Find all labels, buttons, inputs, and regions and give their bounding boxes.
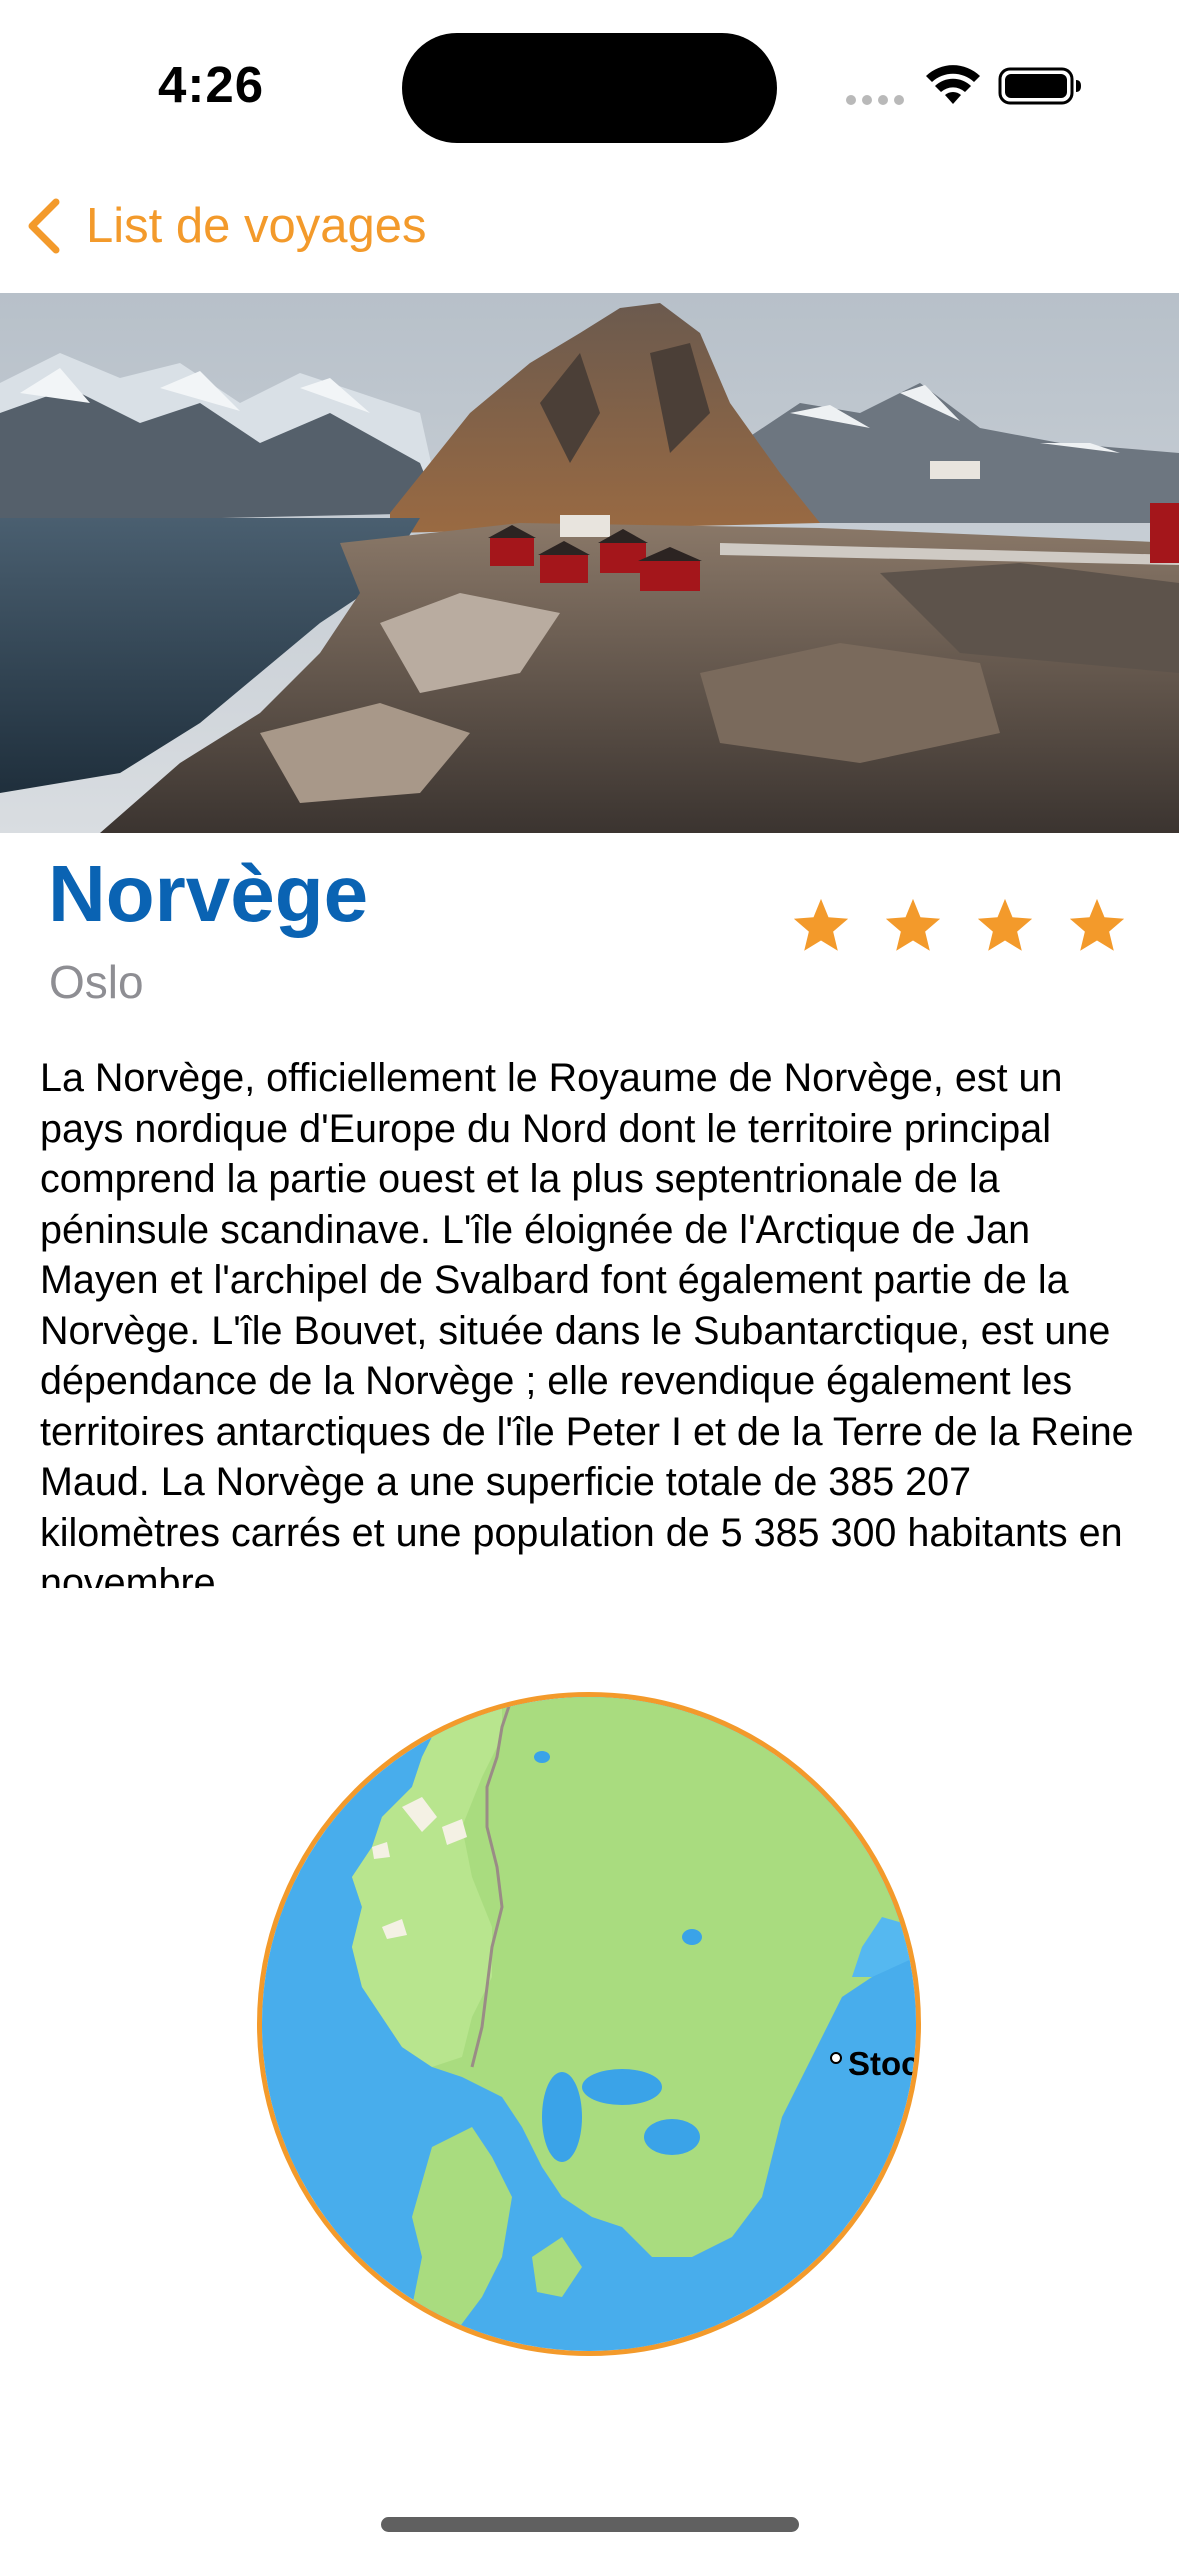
destination-description[interactable]: La Norvège, officiellement le Royaume de… bbox=[40, 1053, 1150, 1588]
wifi-icon bbox=[926, 65, 980, 104]
map-view[interactable]: Stoc bbox=[257, 1692, 921, 2356]
status-bar: 4:26 bbox=[0, 0, 1179, 150]
status-time: 4:26 bbox=[158, 56, 265, 113]
star-icon bbox=[793, 898, 849, 951]
rating-stars bbox=[790, 895, 1128, 957]
battery-icon bbox=[998, 67, 1081, 105]
hero-image bbox=[0, 293, 1179, 833]
destination-city: Oslo bbox=[49, 956, 144, 1008]
star-icon bbox=[977, 898, 1033, 951]
star-icon bbox=[885, 898, 941, 951]
back-button-label: List de voyages bbox=[86, 199, 427, 253]
map-city-label: Stoc bbox=[848, 2045, 920, 2082]
cellular-signal-icon bbox=[846, 95, 904, 105]
destination-title: Norvège bbox=[48, 849, 369, 938]
chevron-left-icon bbox=[28, 198, 60, 254]
back-button[interactable]: List de voyages bbox=[22, 190, 427, 262]
dynamic-island bbox=[402, 33, 777, 143]
home-indicator[interactable] bbox=[381, 2517, 799, 2532]
star-icon bbox=[1069, 898, 1125, 951]
